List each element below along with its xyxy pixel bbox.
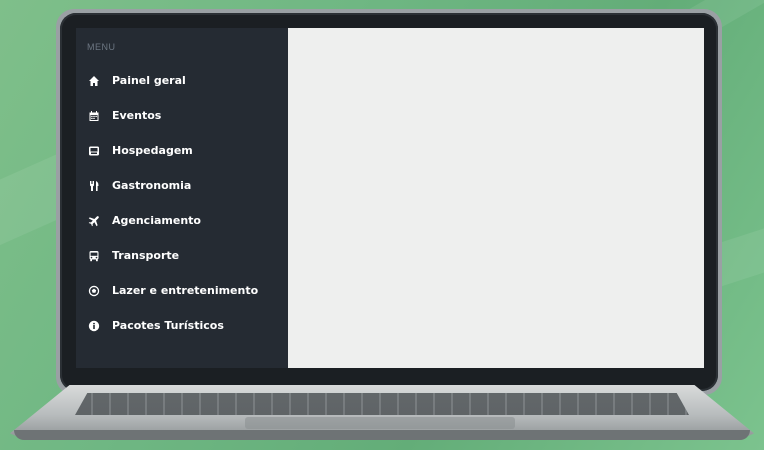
sidebar-item-label: Eventos	[112, 109, 162, 122]
sidebar-item-label: Hospedagem	[112, 144, 193, 157]
menu-title: MENU	[87, 42, 116, 52]
bus-icon	[87, 249, 100, 262]
bed-icon	[87, 144, 100, 157]
cutlery-icon	[87, 179, 100, 192]
calendar-icon	[87, 109, 100, 122]
sidebar-item-lazer-e-entretenimento[interactable]: Lazer e entretenimento	[76, 273, 288, 308]
sidebar-item-hospedagem[interactable]: Hospedagem	[76, 133, 288, 168]
main-content-area	[288, 28, 704, 368]
laptop-illustration: MENU Painel geral Eventos Hospedagem Gas…	[0, 0, 764, 450]
laptop-trackpad	[245, 417, 515, 429]
sidebar-item-transporte[interactable]: Transporte	[76, 238, 288, 273]
sidebar-item-label: Lazer e entretenimento	[112, 284, 259, 297]
sidebar-item-eventos[interactable]: Eventos	[76, 98, 288, 133]
sidebar-item-label: Agenciamento	[112, 214, 201, 227]
sidebar-item-agenciamento[interactable]: Agenciamento	[76, 203, 288, 238]
laptop-base-lip	[14, 430, 750, 440]
sidebar-menu: MENU Painel geral Eventos Hospedagem Gas…	[76, 28, 288, 368]
sidebar-item-painel-geral[interactable]: Painel geral	[76, 63, 288, 98]
sidebar-item-label: Painel geral	[112, 74, 186, 87]
laptop-keyboard	[75, 393, 689, 415]
sidebar-item-label: Transporte	[112, 249, 180, 262]
soccer-ball-icon	[87, 284, 100, 297]
package-icon	[87, 319, 100, 332]
sidebar-item-gastronomia[interactable]: Gastronomia	[76, 168, 288, 203]
home-icon	[87, 74, 100, 87]
plane-icon	[87, 214, 100, 227]
sidebar-item-label: Pacotes Turísticos	[112, 319, 224, 332]
sidebar-item-label: Gastronomia	[112, 179, 192, 192]
sidebar-item-pacotes-turisticos[interactable]: Pacotes Turísticos	[76, 308, 288, 343]
laptop-screen: MENU Painel geral Eventos Hospedagem Gas…	[76, 28, 704, 368]
